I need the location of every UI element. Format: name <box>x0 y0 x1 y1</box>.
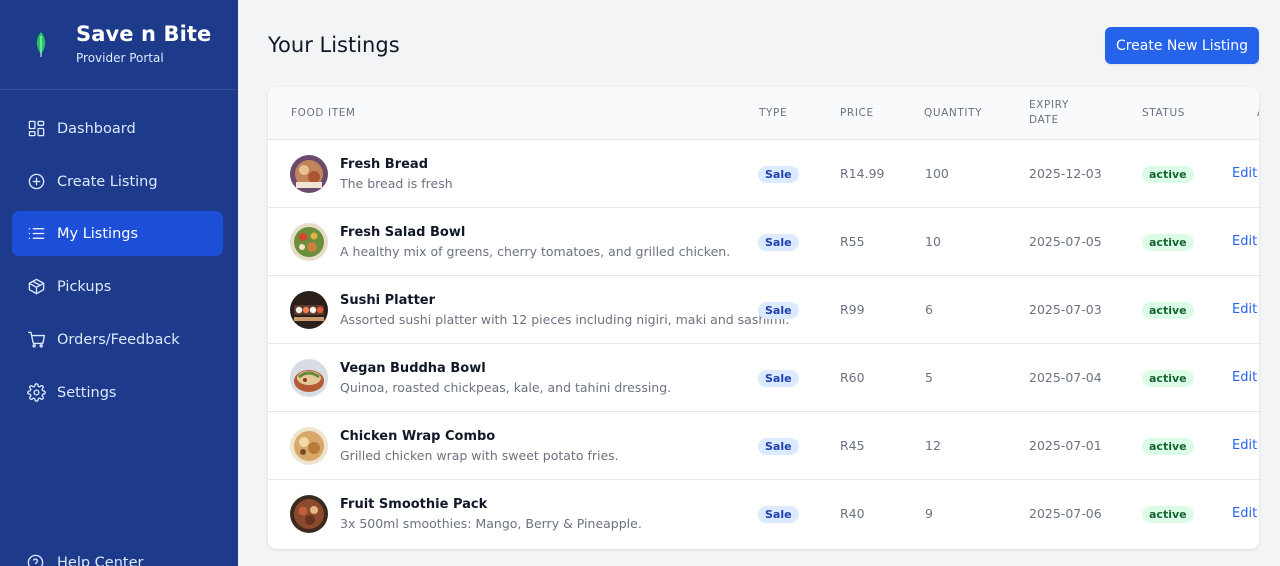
food-item-name: Chicken Wrap Combo <box>340 429 496 444</box>
dashboard-grid-icon <box>26 119 46 139</box>
quantity-cell: 9 <box>925 506 933 521</box>
quantity-cell: 10 <box>925 234 941 249</box>
table-row: Fruit Smoothie Pack 3x 500ml smoothies: … <box>268 480 1259 548</box>
list-icon <box>26 224 46 244</box>
sidebar-item-dashboard[interactable]: Dashboard <box>12 106 223 151</box>
price-cell: R14.99 <box>840 166 885 181</box>
food-thumbnail <box>290 155 328 193</box>
status-badge: active <box>1142 370 1194 387</box>
status-badge: active <box>1142 302 1194 319</box>
expiry-date-cell: 2025-07-04 <box>1029 370 1102 385</box>
table-row: Sushi Platter Assorted sushi platter wit… <box>268 276 1259 344</box>
brand-title: Save n Bite <box>76 22 212 46</box>
type-badge: Sale <box>758 302 799 319</box>
expiry-date-cell: 2025-07-05 <box>1029 234 1102 249</box>
table-header: Food Item Type Price Quantity Expiry Dat… <box>268 87 1259 140</box>
food-item-name: Fruit Smoothie Pack <box>340 497 488 512</box>
sidebar-item-label: Pickups <box>57 278 112 295</box>
sidebar-item-pickups[interactable]: Pickups <box>12 264 223 309</box>
column-header-food-item: Food Item <box>291 107 356 119</box>
column-header-status: Status <box>1142 107 1185 119</box>
edit-link[interactable]: Edit <box>1232 234 1257 249</box>
status-badge: active <box>1142 438 1194 455</box>
quantity-cell: 6 <box>925 302 933 317</box>
sidebar-item-settings[interactable]: Settings <box>12 370 223 415</box>
listings-table: Food Item Type Price Quantity Expiry Dat… <box>268 87 1259 549</box>
sidebar: Save n Bite Provider Portal Dashboard Cr… <box>0 0 238 566</box>
food-item-name: Sushi Platter <box>340 293 436 308</box>
sidebar-item-label: Create Listing <box>57 173 158 190</box>
expiry-date-cell: 2025-07-06 <box>1029 506 1102 521</box>
column-header-quantity: Quantity <box>924 107 983 119</box>
food-item-name: Fresh Salad Bowl <box>340 225 466 240</box>
edit-link[interactable]: Edit <box>1232 438 1257 453</box>
column-header-price: Price <box>840 107 874 119</box>
sidebar-item-orders-feedback[interactable]: Orders/Feedback <box>12 317 223 362</box>
price-cell: R99 <box>840 302 865 317</box>
table-row: Fresh Bread The bread is fresh Sale R14.… <box>268 140 1259 208</box>
brand-subtitle: Provider Portal <box>76 51 164 65</box>
food-item-description: Grilled chicken wrap with sweet potato f… <box>340 448 619 463</box>
column-header-expiry-line2: Date <box>1029 114 1059 126</box>
table-row: Vegan Buddha Bowl Quinoa, roasted chickp… <box>268 344 1259 412</box>
type-badge: Sale <box>758 506 799 523</box>
sidebar-item-create-listing[interactable]: Create Listing <box>12 159 223 204</box>
help-circle-icon <box>26 553 46 566</box>
price-cell: R45 <box>840 438 865 453</box>
expiry-date-cell: 2025-12-03 <box>1029 166 1102 181</box>
column-header-expiry-line1: Expiry <box>1029 99 1069 111</box>
food-thumbnail <box>290 291 328 329</box>
brand-header: Save n Bite Provider Portal <box>0 0 238 90</box>
quantity-cell: 100 <box>925 166 949 181</box>
sidebar-item-help-center[interactable]: Help Center <box>12 548 223 566</box>
sidebar-item-label: Help Center <box>57 555 144 566</box>
expiry-date-cell: 2025-07-03 <box>1029 302 1102 317</box>
food-item-description: 3x 500ml smoothies: Mango, Berry & Pinea… <box>340 516 642 531</box>
sidebar-item-label: Dashboard <box>57 120 136 137</box>
food-thumbnail <box>290 223 328 261</box>
food-item-description: The bread is fresh <box>340 176 453 191</box>
column-header-type: Type <box>759 107 788 119</box>
expiry-date-cell: 2025-07-01 <box>1029 438 1102 453</box>
food-item-name: Fresh Bread <box>340 157 429 172</box>
package-icon <box>26 277 46 297</box>
food-item-description: A healthy mix of greens, cherry tomatoes… <box>340 244 731 259</box>
column-header-actions: A <box>1257 106 1259 121</box>
food-item-name: Vegan Buddha Bowl <box>340 361 486 376</box>
sidebar-item-label: My Listings <box>57 225 139 242</box>
gear-icon <box>26 383 46 403</box>
price-cell: R60 <box>840 370 865 385</box>
sidebar-item-label: Settings <box>57 384 117 401</box>
food-item-description: Quinoa, roasted chickpeas, kale, and tah… <box>340 380 672 395</box>
price-cell: R40 <box>840 506 865 521</box>
plus-circle-icon <box>26 172 46 192</box>
quantity-cell: 5 <box>925 370 933 385</box>
price-cell: R55 <box>840 234 865 249</box>
sidebar-item-label: Orders/Feedback <box>57 331 180 348</box>
leaf-icon <box>33 30 49 58</box>
edit-link[interactable]: Edit <box>1232 166 1257 181</box>
food-thumbnail <box>290 427 328 465</box>
table-row: Chicken Wrap Combo Grilled chicken wrap … <box>268 412 1259 480</box>
table-row: Fresh Salad Bowl A healthy mix of greens… <box>268 208 1259 276</box>
status-badge: active <box>1142 506 1194 523</box>
type-badge: Sale <box>758 234 799 251</box>
status-badge: active <box>1142 166 1194 183</box>
edit-link[interactable]: Edit <box>1232 302 1257 317</box>
quantity-cell: 12 <box>925 438 941 453</box>
status-badge: active <box>1142 234 1194 251</box>
type-badge: Sale <box>758 166 799 183</box>
page-title: Your Listings <box>268 33 400 57</box>
column-header-expiry-date: Expiry Date <box>1029 98 1069 128</box>
edit-link[interactable]: Edit <box>1232 370 1257 385</box>
edit-link[interactable]: Edit <box>1232 506 1257 521</box>
shopping-cart-icon <box>26 330 46 350</box>
type-badge: Sale <box>758 438 799 455</box>
food-thumbnail <box>290 495 328 533</box>
type-badge: Sale <box>758 370 799 387</box>
sidebar-item-my-listings[interactable]: My Listings <box>12 211 223 256</box>
create-new-listing-button[interactable]: Create New Listing <box>1105 27 1259 64</box>
food-thumbnail <box>290 359 328 397</box>
food-item-description: Assorted sushi platter with 12 pieces in… <box>340 312 790 327</box>
